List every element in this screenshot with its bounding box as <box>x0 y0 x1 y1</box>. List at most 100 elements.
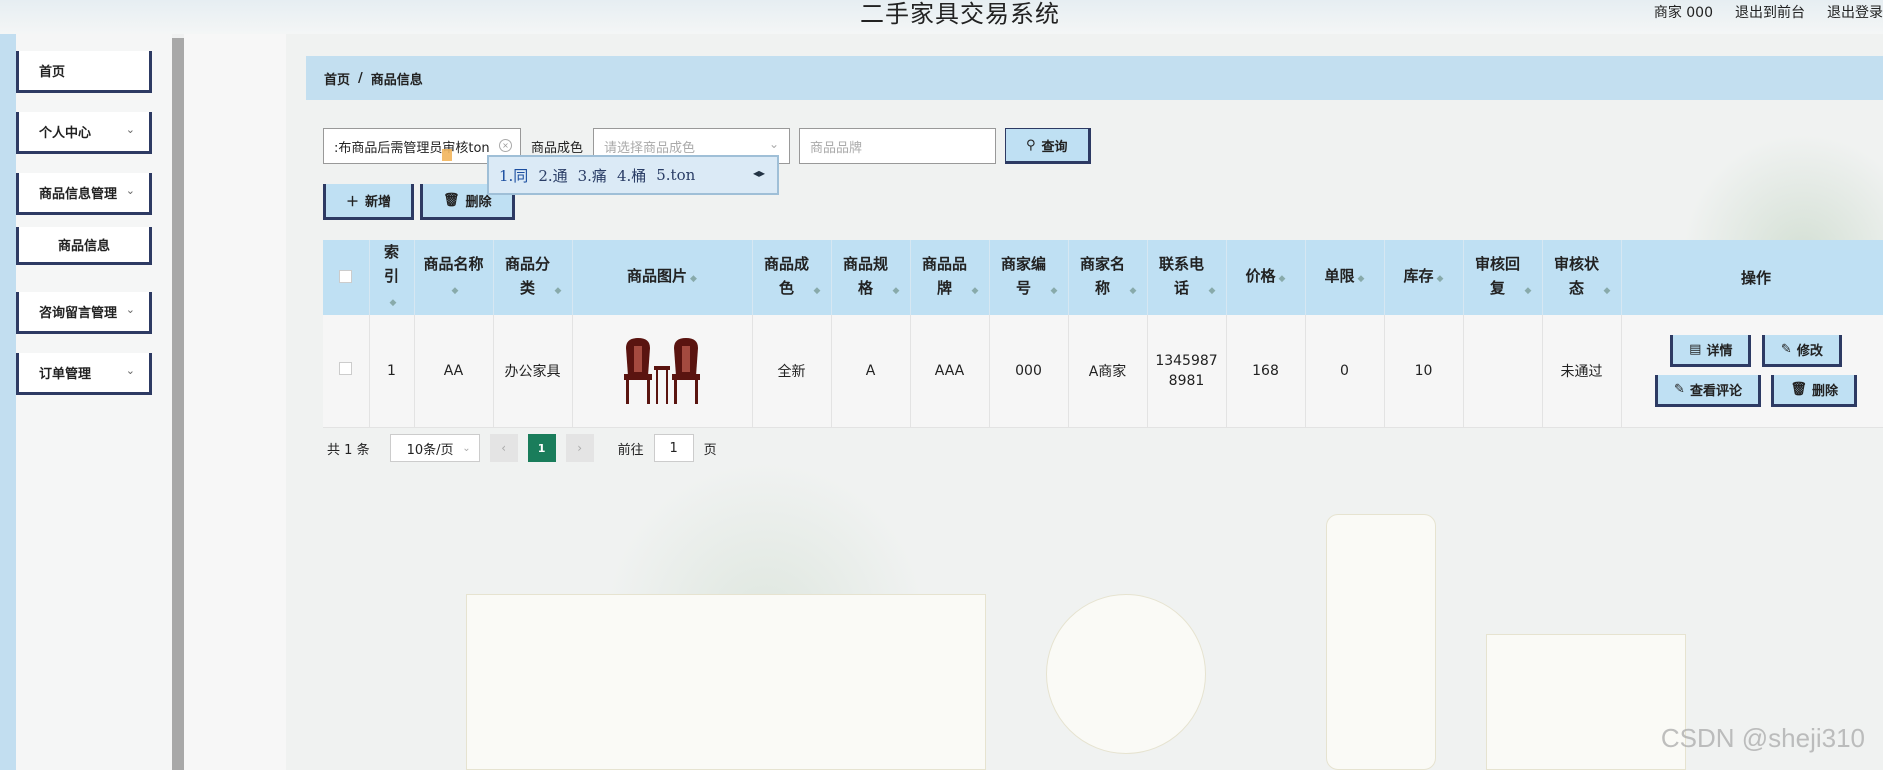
column-header[interactable]: 商品分类 ◆ <box>493 240 573 315</box>
sidebar-item-messages[interactable]: 咨询留言管理 ⌄ <box>16 292 152 334</box>
ime-candidate[interactable]: 3.痛 <box>578 165 607 186</box>
column-header[interactable]: 商品图片 ◆ <box>572 240 753 315</box>
column-header[interactable]: 价格 ◆ <box>1226 240 1306 315</box>
product-image[interactable] <box>620 336 704 406</box>
page-number-current[interactable]: 1 <box>527 434 556 462</box>
cell-merchant-no: 000 <box>989 315 1069 428</box>
column-header[interactable]: 商品成色 ◆ <box>752 240 832 315</box>
sort-icon[interactable]: ◆ <box>390 298 397 308</box>
sidebar-item-product-management[interactable]: 商品信息管理 ⌄ <box>16 173 152 215</box>
sort-icon[interactable]: ◆ <box>1209 286 1216 296</box>
ime-candidate[interactable]: 4.桶 <box>617 165 646 186</box>
prev-page-button[interactable]: ‹ <box>489 434 518 462</box>
total-count: 共 1 条 <box>327 439 370 458</box>
delete-row-button[interactable]: 🗑 删除 <box>1771 374 1857 407</box>
page-size-value: 10条/页 <box>406 442 454 458</box>
sidebar-item-product-info[interactable]: 商品信息 <box>16 227 152 265</box>
page-size-select[interactable]: 10条/页 ⌄ <box>389 434 480 462</box>
column-header[interactable]: 商品规格 ◆ <box>831 240 911 315</box>
column-header[interactable]: 库存 ◆ <box>1384 240 1464 315</box>
sort-icon[interactable]: ◆ <box>814 286 821 296</box>
ime-candidate-popup: 1.同 2.通 3.痛 4.桶 5.ton ◂▸ <box>487 155 779 195</box>
delete-label: 删除 <box>1811 383 1838 399</box>
breadcrumb-home[interactable]: 首页 <box>324 69 350 88</box>
goto-page-input[interactable]: 1 <box>653 434 694 462</box>
sort-icon[interactable]: ◆ <box>1525 286 1532 296</box>
brand-search-input[interactable]: 商品品牌 <box>799 128 997 164</box>
condition-label: 商品成色 <box>531 140 584 156</box>
select-all-checkbox[interactable] <box>339 269 353 283</box>
ime-page-arrows-icon[interactable]: ◂▸ <box>753 166 765 180</box>
sort-icon[interactable]: ◆ <box>1604 286 1611 296</box>
trash-icon: 🗑 <box>443 193 460 208</box>
logout-link[interactable]: 退出登录 <box>1827 2 1883 22</box>
column-header[interactable]: 索引 ◆ <box>369 240 415 315</box>
cell-review-status: 未通过 <box>1542 315 1622 428</box>
cell-index: 1 <box>369 315 415 428</box>
gap-panel <box>184 34 286 770</box>
sort-icon[interactable]: ◆ <box>893 286 900 296</box>
ime-candidate[interactable]: 1.同 <box>499 165 528 186</box>
edit-icon: ✎ <box>1674 381 1685 397</box>
query-button[interactable]: ⚲ 查询 <box>1005 128 1091 164</box>
edit-icon: ✎ <box>1780 341 1792 357</box>
sort-icon[interactable]: ◆ <box>1051 286 1058 296</box>
column-header[interactable]: 审核状态 ◆ <box>1542 240 1622 315</box>
edit-label: 修改 <box>1796 343 1823 359</box>
view-comments-button[interactable]: ✎ 查看评论 <box>1655 374 1761 407</box>
search-icon: ⚲ <box>1026 137 1036 153</box>
chevron-down-icon: ⌄ <box>462 442 471 454</box>
sidebar-item-home[interactable]: 首页 <box>16 51 152 93</box>
column-header[interactable]: 商家编号 ◆ <box>989 240 1069 315</box>
sidebar-item-orders[interactable]: 订单管理 ⌄ <box>16 353 152 395</box>
total-prefix: 共 <box>327 442 341 458</box>
plus-icon: ＋ <box>346 195 360 210</box>
back-to-front-link[interactable]: 退出到前台 <box>1735 2 1805 22</box>
sort-icon[interactable]: ◆ <box>1358 274 1365 284</box>
column-header[interactable]: 联系电话 ◆ <box>1147 240 1227 315</box>
next-page-button[interactable]: › <box>565 434 594 462</box>
background-decoration <box>1326 514 1436 770</box>
sidebar-item-personal-center[interactable]: 个人中心 ⌄ <box>16 112 152 154</box>
add-button[interactable]: ＋ 新增 <box>323 184 415 220</box>
cell-spec: A <box>831 315 911 428</box>
breadcrumb-separator: / <box>358 70 363 86</box>
column-header[interactable]: 商品品牌 ◆ <box>910 240 990 315</box>
select-all-header <box>323 240 370 315</box>
sort-icon[interactable]: ◆ <box>690 274 697 284</box>
column-header[interactable]: 商家名称 ◆ <box>1068 240 1148 315</box>
brand-placeholder: 商品品牌 <box>810 140 863 156</box>
detail-button[interactable]: ▤ 详情 <box>1670 334 1752 367</box>
row-checkbox[interactable] <box>339 362 353 376</box>
column-header[interactable]: 商品名称 ◆ <box>414 240 494 315</box>
breadcrumb-current: 商品信息 <box>370 72 423 88</box>
header-label: 商品成色 <box>764 255 810 297</box>
header-label: 审核回复 <box>1475 255 1521 297</box>
ime-candidate[interactable]: 2.通 <box>538 165 567 186</box>
column-header[interactable]: 单限 ◆ <box>1305 240 1385 315</box>
sort-icon[interactable]: ◆ <box>1437 274 1444 284</box>
cell-operations: ▤ 详情 ✎ 修改 ✎ 查看评论 🗑 删除 <box>1621 315 1883 428</box>
top-right-links: 商家 000 退出到前台 退出登录 <box>1654 2 1883 22</box>
clear-icon[interactable]: × <box>499 139 512 152</box>
sort-icon[interactable]: ◆ <box>972 286 979 296</box>
cell-merchant-name: A商家 <box>1068 315 1148 428</box>
sort-icon[interactable]: ◆ <box>1279 274 1286 284</box>
sort-icon[interactable]: ◆ <box>1130 286 1137 296</box>
cell-condition: 全新 <box>752 315 832 428</box>
cell-review-reply <box>1463 315 1543 428</box>
cell-brand: AAA <box>910 315 990 428</box>
goto-label: 前往 <box>617 442 644 458</box>
ime-candidate[interactable]: 5.ton <box>656 166 695 184</box>
pagination: 共 1 条 10条/页 ⌄ ‹ 1 › 前往 1 页 <box>327 434 717 462</box>
column-header[interactable]: 审核回复 ◆ <box>1463 240 1543 315</box>
sidebar-divider <box>172 38 184 770</box>
cell-image <box>572 315 753 428</box>
header-label: 商品规格 <box>843 255 889 297</box>
edit-button[interactable]: ✎ 修改 <box>1761 334 1842 367</box>
sort-icon[interactable]: ◆ <box>452 286 459 296</box>
product-table: 索引 ◆ 商品名称 ◆ 商品分类 ◆ 商品图片 ◆ 商品成色 ◆ 商品规格 ◆ 商品品牌 ◆ … <box>323 240 1883 428</box>
sidebar-item-label: 商品信息管理 <box>39 187 118 202</box>
sort-icon[interactable]: ◆ <box>555 286 562 296</box>
header-label: 单限 <box>1324 267 1355 285</box>
